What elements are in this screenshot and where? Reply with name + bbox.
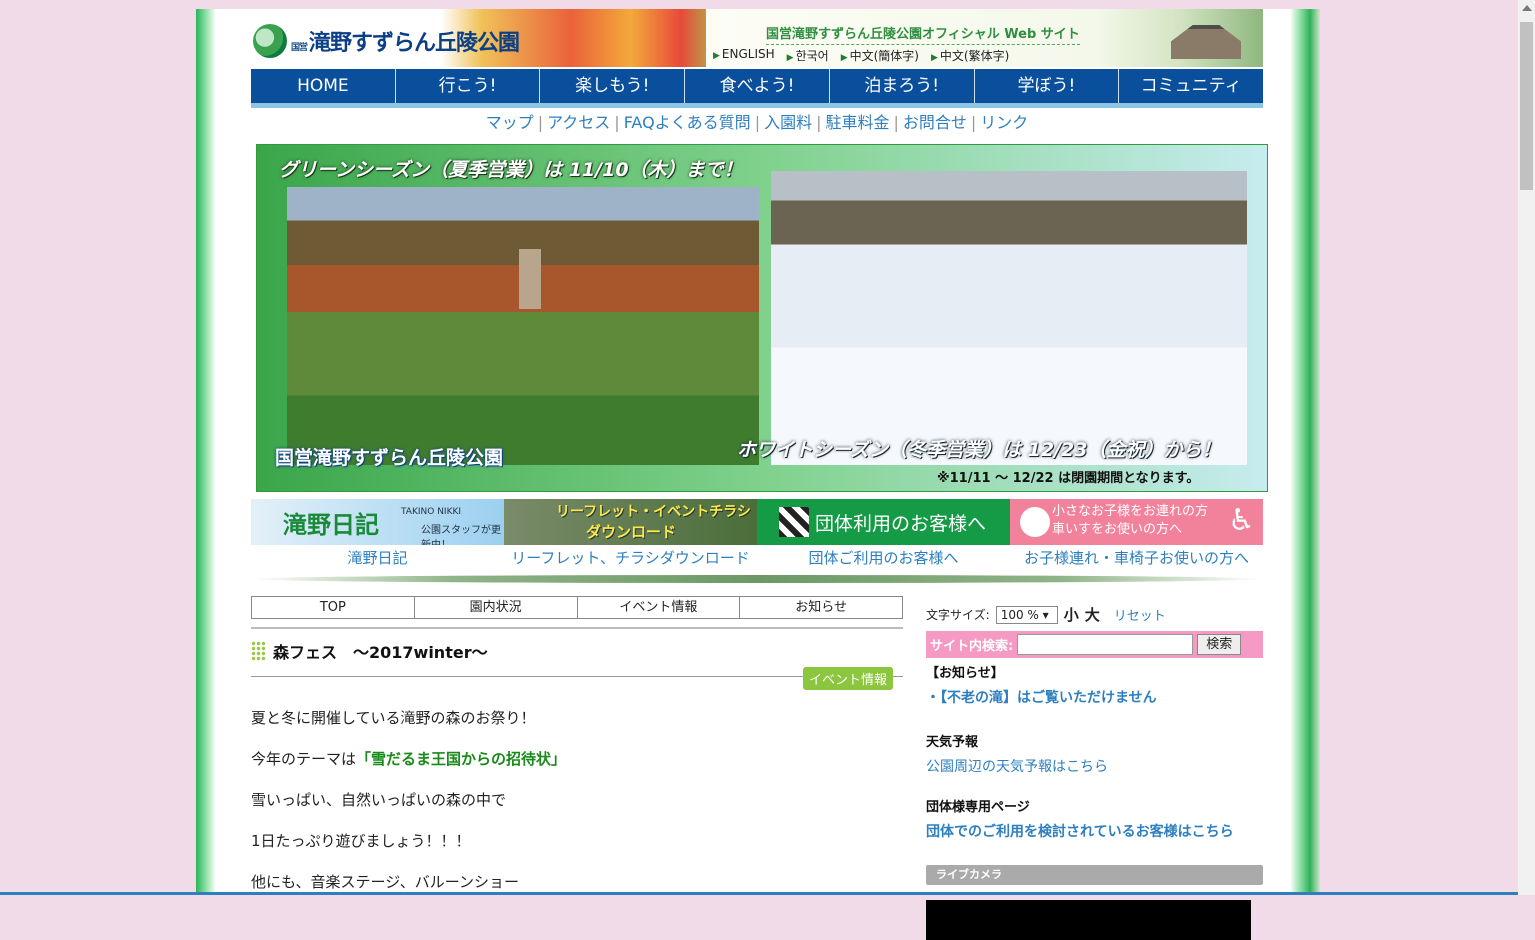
lang-english[interactable]: ENGLISH: [713, 47, 775, 64]
dots-icon: [251, 641, 265, 661]
nav-community[interactable]: コミュニティ: [1119, 69, 1263, 103]
article-paragraph: 夏と冬に開催している滝野の森のお祭り！: [251, 707, 903, 727]
font-size-small-button[interactable]: 小: [1064, 604, 1079, 625]
winter-park-photo: [771, 171, 1247, 465]
wheelchair-icon: ♿: [1228, 503, 1255, 538]
nav-enjoy[interactable]: 楽しもう!: [540, 69, 685, 103]
font-size-label: 文字サイズ:: [926, 606, 990, 623]
font-size-select[interactable]: 100 % ▾: [996, 606, 1058, 624]
logo-mark-icon: [253, 24, 287, 58]
font-size-reset-link[interactable]: リセット: [1114, 605, 1166, 624]
tab-top[interactable]: TOP: [252, 597, 415, 618]
tower-image: [519, 249, 541, 309]
language-links: ENGLISH 한국어 中文(簡体字) 中文(繁体字): [713, 47, 1009, 64]
lang-korean[interactable]: 한국어: [787, 47, 829, 64]
banner-label-diary[interactable]: 滝野日記: [251, 547, 504, 568]
nav-home[interactable]: HOME: [251, 69, 396, 103]
search-input[interactable]: [1017, 634, 1193, 655]
qr-icon: [779, 507, 809, 537]
banner-leaflet-download[interactable]: リーフレット・イベントチラシ ダウンロード: [504, 499, 757, 545]
hero-logo: 国営滝野すずらん丘陵公園: [275, 443, 503, 470]
banner-label-leaflet[interactable]: リーフレット、チラシダウンロード: [504, 547, 757, 568]
live-camera-view[interactable]: [926, 900, 1251, 940]
lang-chinese-traditional[interactable]: 中文(繁体字): [931, 47, 1009, 64]
official-site-text: 国営滝野すずらん丘陵公園オフィシャル Web サイト: [766, 23, 1080, 45]
sublink-faq[interactable]: FAQよくある質問: [624, 113, 751, 132]
article-title: 森フェス ～2017winter～: [251, 639, 488, 663]
banner-family-wheelchair[interactable]: 小さなお子様をお連れの方車いすをお使いの方へ ♿: [1010, 499, 1263, 545]
banner-label-family[interactable]: お子様連れ・車椅子お使いの方へ: [1010, 547, 1263, 568]
logo-small-text: 国営: [291, 43, 307, 53]
chevron-down-icon: ▾: [1043, 608, 1049, 622]
logo-text: 滝野すずらん丘陵公園: [309, 31, 519, 56]
nav-eat[interactable]: 食べよう!: [685, 69, 830, 103]
sublink-admission[interactable]: 入園料: [764, 113, 812, 132]
weather-link[interactable]: 公園周辺の天気予報はこちら: [926, 756, 1263, 776]
article-paragraph: 雪いっぱい、自然いっぱいの森の中で: [251, 789, 903, 809]
sub-links: マップ|アクセス|FAQよくある質問|入園料|駐車料金|お問合せ|リンク: [251, 109, 1263, 133]
scroll-up-icon[interactable]: [1522, 5, 1532, 11]
site-search: サイト内検索: 検索: [926, 631, 1263, 658]
group-link[interactable]: 団体でのご利用を検討されているお客様はこちら: [926, 821, 1263, 841]
scrollbar-thumb[interactable]: [1520, 22, 1533, 190]
article-body: 夏と冬に開催している滝野の森のお祭り！ 今年のテーマは「雪だるま王国からの招待状…: [251, 707, 903, 912]
nav-learn[interactable]: 学ぼう!: [975, 69, 1120, 103]
tab-news[interactable]: お知らせ: [740, 597, 902, 618]
lang-chinese-simplified[interactable]: 中文(簡体字): [841, 47, 919, 64]
font-size-control: 文字サイズ: 100 % ▾ 小 大 リセット: [926, 604, 1263, 625]
banner-label-group[interactable]: 団体ご利用のお客様へ: [757, 547, 1010, 568]
sidebar: 文字サイズ: 100 % ▾ 小 大 リセット サイト内検索: 検索 【お知らせ…: [926, 604, 1263, 940]
sublink-links[interactable]: リンク: [980, 113, 1028, 132]
autumn-park-photo: [287, 187, 759, 465]
site-header: 国営滝野すずらん丘陵公園 国営滝野すずらん丘陵公園オフィシャル Web サイト …: [251, 9, 1263, 67]
hero-title: グリーンシーズン（夏季営業）は 11/10（木）まで！: [279, 155, 743, 182]
scrollbar[interactable]: [1518, 0, 1535, 895]
font-size-large-button[interactable]: 大: [1085, 604, 1100, 625]
hero-visual[interactable]: グリーンシーズン（夏季営業）は 11/10（木）まで！ 国営滝野すずらん丘陵公園…: [256, 144, 1268, 492]
divider: [251, 575, 1263, 583]
hero-note: ※11/11 ～ 12/22 は閉園期間となります。: [937, 467, 1199, 486]
nav-go[interactable]: 行こう!: [396, 69, 541, 103]
page-frame: 国営滝野すずらん丘陵公園 国営滝野すずらん丘陵公園オフィシャル Web サイト …: [196, 9, 1320, 895]
hero-winter-text: ホワイトシーズン（冬季営業）は 12/23（金祝）から！: [737, 435, 1221, 462]
search-label: サイト内検索:: [930, 635, 1013, 654]
search-button[interactable]: 検索: [1197, 634, 1241, 655]
article-paragraph: 1日たっぷり遊びましょう！！！: [251, 830, 903, 850]
live-camera-heading: ライブカメラ: [926, 865, 1263, 885]
site-logo[interactable]: 国営滝野すずらん丘陵公園: [253, 23, 519, 59]
global-nav: HOME 行こう! 楽しもう! 食べよう! 泊まろう! 学ぼう! コミュニティ: [251, 69, 1263, 108]
nav-stay[interactable]: 泊まろう!: [830, 69, 975, 103]
sublink-contact[interactable]: お問合せ: [903, 113, 967, 132]
tab-events[interactable]: イベント情報: [578, 597, 741, 618]
banner-group-use[interactable]: 団体利用のお客様へ: [757, 499, 1010, 545]
sublink-map[interactable]: マップ: [486, 113, 534, 132]
tab-park-status[interactable]: 園内状況: [415, 597, 578, 618]
banner-row: 滝野日記 TAKINO NIKKI 公園スタッフが更新中！ リーフレット・イベン…: [251, 499, 1263, 545]
baby-icon: [1020, 507, 1050, 537]
divider: [251, 627, 903, 629]
article-paragraph: 今年のテーマは「雪だるま王国からの招待状」: [251, 748, 903, 768]
sublink-access[interactable]: アクセス: [547, 113, 610, 132]
banner-labels: 滝野日記 リーフレット、チラシダウンロード 団体ご利用のお客様へ お子様連れ・車…: [251, 547, 1263, 568]
weather-heading: 天気予報: [926, 731, 1263, 750]
banner-takino-diary[interactable]: 滝野日記 TAKINO NIKKI 公園スタッフが更新中！: [251, 499, 504, 545]
notice-heading: 【お知らせ】: [926, 662, 1263, 681]
category-badge[interactable]: イベント情報: [803, 667, 893, 690]
content-tabs: TOP 園内状況 イベント情報 お知らせ: [251, 596, 903, 619]
notice-link[interactable]: 【不老の滝】はご覧いただけません: [926, 687, 1263, 707]
sublink-parking[interactable]: 駐車料金: [825, 113, 889, 132]
article-paragraph: 他にも、音楽ステージ、バルーンショー: [251, 871, 903, 891]
group-heading: 団体様専用ページ: [926, 796, 1263, 815]
